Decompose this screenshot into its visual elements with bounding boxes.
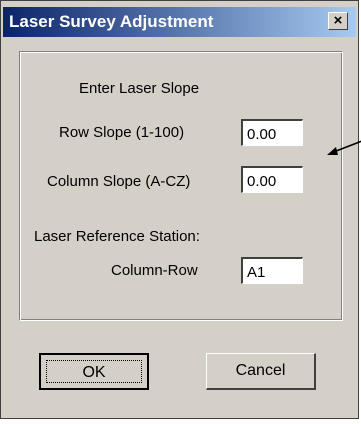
row-slope-label: Row Slope (1-100): [59, 124, 185, 141]
ok-button-label: OK: [46, 360, 142, 383]
close-icon: ×: [333, 12, 343, 29]
row-slope-input[interactable]: [241, 119, 303, 146]
dialog-title: Laser Survey Adjustment: [9, 12, 214, 31]
ok-button[interactable]: OK: [39, 353, 149, 390]
enter-slope-heading: Enter Laser Slope: [79, 80, 200, 97]
column-slope-label: Column Slope (A-CZ): [47, 173, 191, 190]
close-button[interactable]: ×: [328, 12, 348, 30]
arrow-left-icon: [327, 140, 361, 155]
column-row-input[interactable]: [241, 257, 303, 284]
laser-survey-dialog: Laser Survey Adjustment × Enter Laser Sl…: [0, 0, 361, 419]
column-slope-input[interactable]: [241, 166, 303, 193]
cancel-button[interactable]: Cancel: [206, 353, 316, 390]
cancel-button-label: Cancel: [235, 362, 286, 379]
column-row-label: Column-Row: [111, 262, 198, 279]
title-bar[interactable]: Laser Survey Adjustment ×: [3, 7, 356, 37]
reference-station-heading: Laser Reference Station:: [34, 228, 200, 245]
